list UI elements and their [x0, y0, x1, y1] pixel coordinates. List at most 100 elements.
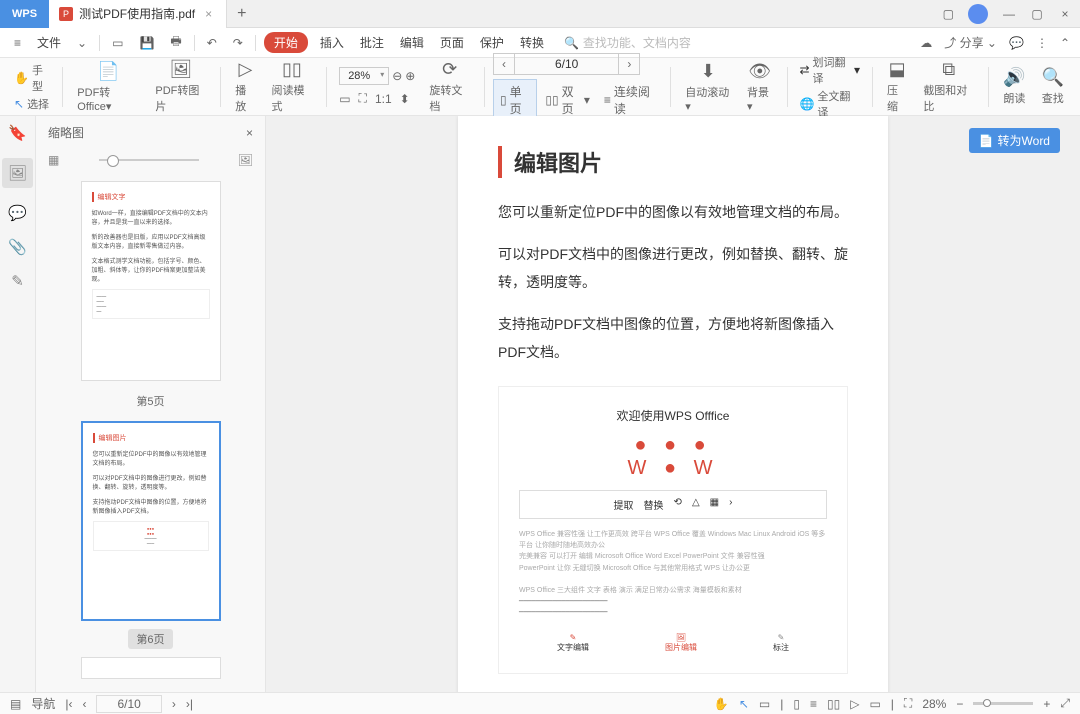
hand-icon[interactable]: ✋ — [714, 697, 729, 711]
print-icon[interactable]: 🖶 — [166, 30, 185, 55]
window-icon[interactable]: ▢ — [943, 7, 954, 21]
fullscreen-icon[interactable]: ⤢ — [1060, 696, 1070, 711]
read-icon[interactable]: ▭ — [869, 697, 880, 711]
thumbnail-icon[interactable]: 🖼 — [2, 158, 33, 188]
marquee-icon[interactable]: ▭ — [759, 697, 770, 711]
grid-icon[interactable]: ▦ — [48, 153, 59, 167]
redo-icon[interactable]: ↷ — [229, 34, 247, 52]
prev-page-icon[interactable]: ‹ — [82, 697, 86, 711]
select-tool[interactable]: ↖选择 — [10, 96, 54, 112]
add-tab-button[interactable]: + — [227, 5, 256, 23]
nav-label[interactable]: 导航 — [31, 695, 55, 712]
menu-icon[interactable]: ≡ — [10, 34, 25, 52]
outline-icon[interactable]: ▤ — [10, 697, 21, 711]
save-icon[interactable]: 💾 — [135, 34, 158, 52]
play-button[interactable]: ▷播放 — [229, 59, 261, 114]
thumb-label-6: 第6页 — [128, 629, 172, 649]
document-view[interactable]: 📄 转为Word 编辑图片 您可以重新定位PDF中的图像以有效地管理文档的布局。… — [266, 116, 1080, 692]
edit-icon[interactable]: ✎ — [11, 272, 24, 290]
close-panel-icon[interactable]: × — [246, 126, 253, 140]
page-input[interactable]: 6/10 — [96, 695, 161, 713]
file-menu[interactable]: 文件 — [33, 34, 65, 51]
toolbar: ✋手型 ↖选择 📄PDF转Office▾ 🖼PDF转图片 ▷播放 ▯▯阅读模式 … — [0, 58, 1080, 116]
thumb-title: 缩略图 — [48, 124, 84, 141]
pointer-icon[interactable]: ↖ — [739, 697, 749, 711]
continuous-button[interactable]: ≡连续阅读 — [598, 79, 662, 121]
background[interactable]: 👁背景▾ — [741, 61, 778, 113]
fit-height-icon[interactable]: ⬍ — [400, 92, 410, 106]
maximize-icon[interactable]: ▢ — [1030, 7, 1044, 21]
thumb-size-slider[interactable] — [99, 159, 199, 161]
thumbnail-page-5[interactable]: 编辑文字 如Word一样，直接编辑PDF文档中的文本内容，并且是我一直以来的选择… — [81, 181, 221, 381]
zoom-select[interactable]: 28% — [339, 67, 389, 85]
prev-page-button[interactable]: ‹ — [493, 53, 515, 75]
collapse-icon[interactable]: ⌃ — [1060, 36, 1070, 50]
chevron-down-icon[interactable]: ⌄ — [73, 34, 91, 52]
actual-size-icon[interactable]: 1:1 — [375, 92, 392, 106]
fit-icon[interactable]: ⛶ — [904, 696, 912, 711]
avatar[interactable] — [968, 4, 988, 24]
pdf-to-office[interactable]: 📄PDF转Office▾ — [71, 61, 145, 113]
pdf-to-image[interactable]: 🖼PDF转图片 — [149, 59, 212, 114]
thumbnail-page-7[interactable] — [81, 657, 221, 679]
attachment-icon[interactable]: 📎 — [8, 238, 27, 256]
tab-comment[interactable]: 批注 — [356, 34, 388, 51]
next-page-icon[interactable]: › — [172, 697, 176, 711]
compress[interactable]: ⬓压缩 — [881, 59, 913, 114]
cloud-icon[interactable]: ☁ — [920, 36, 932, 50]
play-icon[interactable]: ▷ — [850, 697, 859, 711]
next-page-button[interactable]: › — [618, 53, 640, 75]
zoom-out-icon[interactable]: ⊖ — [392, 69, 402, 83]
minimize-icon[interactable]: — — [1002, 7, 1016, 21]
more-icon[interactable]: ⋮ — [1036, 36, 1048, 50]
undo-icon[interactable]: ↶ — [203, 34, 221, 52]
extract-button: 提取 — [614, 497, 634, 512]
full-translate[interactable]: 🌐全文翻译 — [795, 88, 864, 120]
continuous-view-icon[interactable]: ≡ — [810, 697, 817, 711]
tab-start[interactable]: 开始 — [264, 32, 308, 53]
double-view-icon[interactable]: ▯▯ — [827, 697, 840, 711]
auto-scroll[interactable]: ⬇自动滚动▾ — [679, 61, 737, 113]
close-icon[interactable]: × — [1058, 7, 1072, 21]
thumbnail-page-6[interactable]: 编辑图片 您可以重新定位PDF中的图像以有效地管理文档的布局。 可以对PDF文档… — [81, 421, 221, 621]
find[interactable]: 🔍查找 — [1036, 67, 1070, 106]
search-input[interactable]: 🔍 查找功能、文档内容 — [564, 34, 691, 51]
fit-page-icon[interactable]: ⛶ — [359, 91, 367, 106]
tab-title: 测试PDF使用指南.pdf — [79, 5, 195, 22]
tab-page[interactable]: 页面 — [436, 34, 468, 51]
search-icon: 🔍 — [564, 36, 579, 50]
statusbar: ▤ 导航 |‹ ‹ 6/10 › ›| ✋ ↖ ▭ | ▯ ≡ ▯▯ ▷ ▭ |… — [0, 692, 1080, 714]
zoom-in-icon[interactable]: ⊕ — [405, 69, 415, 83]
single-view-icon[interactable]: ▯ — [793, 697, 800, 711]
open-icon[interactable]: ▭ — [108, 34, 127, 52]
word-translate[interactable]: ⇄划词翻译▾ — [795, 54, 864, 86]
read-aloud[interactable]: 🔊朗读 — [997, 67, 1031, 106]
bookmark-icon[interactable]: 🔖 — [8, 124, 27, 142]
hand-tool[interactable]: ✋手型 — [10, 62, 54, 94]
last-page-icon[interactable]: ›| — [186, 697, 193, 711]
tab-protect[interactable]: 保护 — [476, 34, 508, 51]
replace-button: 替换 — [644, 497, 664, 512]
chat-icon[interactable]: 💬 — [1009, 36, 1024, 50]
screenshot[interactable]: ⧉截图和对比 — [917, 59, 980, 114]
close-tab-icon[interactable]: × — [201, 7, 216, 21]
tab-convert[interactable]: 转换 — [516, 34, 548, 51]
fit-width-icon[interactable]: ▭ — [339, 92, 350, 106]
read-mode[interactable]: ▯▯阅读模式 — [266, 59, 319, 114]
single-page-icon: ▯ — [500, 93, 507, 107]
first-page-icon[interactable]: |‹ — [65, 697, 72, 711]
page-indicator[interactable]: 6/10 — [515, 53, 618, 75]
zoom-out-button[interactable]: − — [956, 697, 963, 711]
zoom-in-button[interactable]: + — [1043, 697, 1050, 711]
convert-to-word-button[interactable]: 📄 转为Word — [969, 128, 1060, 153]
document-tab[interactable]: P 测试PDF使用指南.pdf × — [49, 0, 227, 28]
image-icon[interactable]: 🖼 — [238, 153, 253, 167]
rotate-button[interactable]: ⟳旋转文档 — [423, 59, 476, 114]
double-page-button[interactable]: ▯▯双页▾ — [539, 79, 596, 121]
single-page-button[interactable]: ▯单页 — [493, 79, 537, 121]
tab-insert[interactable]: 插入 — [316, 34, 348, 51]
comment-icon[interactable]: 💬 — [8, 204, 27, 222]
tab-edit[interactable]: 编辑 — [396, 34, 428, 51]
share-button[interactable]: ⤴ 分享 ⌄ — [944, 34, 997, 51]
pdf-icon: P — [59, 7, 73, 21]
